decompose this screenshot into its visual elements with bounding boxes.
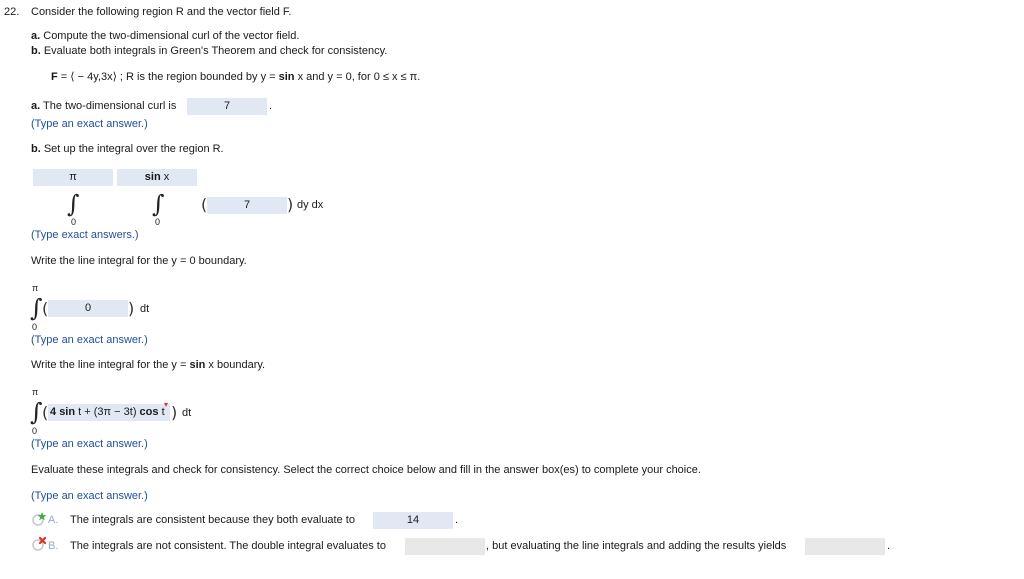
expr-mid: t + (3π − 3t)	[75, 406, 140, 418]
line-y0-integrand-box[interactable]: 0	[48, 300, 128, 317]
outer-lower-limit: 0	[71, 217, 77, 227]
double-integrand-box[interactable]: 7	[207, 197, 287, 214]
curl-period: .	[269, 100, 273, 112]
line-sinx-close-paren: )	[171, 403, 178, 422]
field-text-1: = ⟨ − 4y,3x⟩ ; R is the region bounded b…	[57, 71, 279, 83]
line-y0-hint: (Type an exact answer.)	[31, 334, 148, 346]
inner-lower-limit: 0	[155, 217, 161, 227]
line-y0-prompt: Write the line integral for the y = 0 bo…	[31, 255, 247, 267]
line-sinx-hint: (Type an exact answer.)	[31, 438, 148, 450]
expr-sin: sin	[59, 406, 76, 418]
part-a-instruction: a. Compute the two-dimensional curl of t…	[31, 30, 299, 42]
choice-b-text: The integrals are not consistent. The do…	[70, 540, 386, 552]
incorrect-x-icon	[31, 536, 47, 551]
expr-cos: cos	[139, 406, 159, 418]
inner-upper-x: x	[160, 171, 170, 183]
curl-prompt: a. The two-dimensional curl is	[31, 100, 176, 112]
line-sinx-dt: dt	[182, 407, 192, 419]
section-b-text: Set up the integral over the region R.	[40, 143, 224, 155]
expr-4: 4	[50, 406, 60, 418]
choice-a-letter[interactable]: A.	[48, 514, 58, 526]
choice-a-period: .	[455, 514, 459, 526]
inner-upper-limit-box[interactable]: sin x	[117, 169, 197, 186]
choice-b-double-answer-box[interactable]	[405, 538, 485, 555]
part-b-text: Evaluate both integrals in Green's Theor…	[40, 45, 388, 57]
edit-marker-icon: ▾	[164, 400, 169, 409]
line-sinx-prompt-sin: sin	[189, 359, 206, 371]
choice-b-period: .	[887, 540, 891, 552]
intro-text: Consider the following region R and the …	[31, 6, 292, 18]
question-number: 22.	[4, 6, 20, 18]
part-a-text: Compute the two-dimensional curl of the …	[40, 30, 300, 42]
integrand-close-paren: )	[287, 195, 294, 214]
line-sinx-lower-limit: 0	[32, 426, 38, 436]
line-sinx-prompt: Write the line integral for the y = sin …	[31, 359, 265, 371]
choice-a-answer-box[interactable]: 14	[373, 512, 453, 529]
problem-intro: Consider the following region R and the …	[31, 6, 291, 18]
correct-star-icon	[31, 511, 47, 526]
evaluate-prompt: Evaluate these integrals and check for c…	[31, 464, 701, 476]
vector-field-statement: F = ⟨ − 4y,3x⟩ ; R is the region bounded…	[51, 70, 420, 83]
section-b-label: b.	[31, 143, 41, 155]
outer-upper-limit-box[interactable]: π	[33, 169, 113, 186]
choice-a-text: The integrals are consistent because the…	[70, 514, 355, 526]
part-b-instruction: b. Evaluate both integrals in Green's Th…	[31, 45, 387, 57]
line-sinx-upper-limit: π	[32, 387, 39, 397]
line-sinx-prompt-end: x boundary.	[205, 359, 266, 371]
field-text-2: x and y = 0, for 0 ≤ x ≤ π.	[294, 71, 421, 83]
field-F: F	[51, 71, 58, 83]
inner-integral-sign: ∫	[152, 190, 165, 218]
line-y0-lower-limit: 0	[32, 322, 38, 332]
field-sin: sin	[278, 71, 295, 83]
line-y0-upper-limit: π	[32, 283, 39, 293]
outer-integral-sign: ∫	[67, 190, 80, 218]
part-a-label: a.	[31, 30, 41, 42]
line-sinx-integral-sign: ∫	[30, 398, 43, 426]
inner-upper-sin: sin	[144, 171, 161, 183]
section-a-label: a.	[31, 100, 41, 112]
line-sinx-prompt-start: Write the line integral for the y =	[31, 359, 190, 371]
curl-hint: (Type an exact answer.)	[31, 118, 148, 130]
region-integral-hint: (Type exact answers.)	[31, 229, 139, 241]
choice-b-line-answer-box[interactable]	[805, 538, 885, 555]
choice-b-letter[interactable]: B.	[48, 540, 58, 552]
curl-answer-box[interactable]: 7	[187, 98, 267, 115]
region-integral-prompt: b. Set up the integral over the region R…	[31, 143, 224, 155]
evaluate-hint: (Type an exact answer.)	[31, 490, 148, 502]
line-y0-integral-sign: ∫	[30, 294, 43, 322]
differentials: dy dx	[297, 199, 324, 211]
line-y0-dt: dt	[140, 303, 150, 315]
section-a-text: The two-dimensional curl is	[40, 100, 177, 112]
line-sinx-integrand-box[interactable]: 4 sin t + (3π − 3t) cos t	[48, 404, 170, 421]
choice-b-mid-text: , but evaluating the line integrals and …	[486, 540, 787, 552]
line-y0-close-paren: )	[128, 299, 135, 318]
part-b-label: b.	[31, 45, 41, 57]
